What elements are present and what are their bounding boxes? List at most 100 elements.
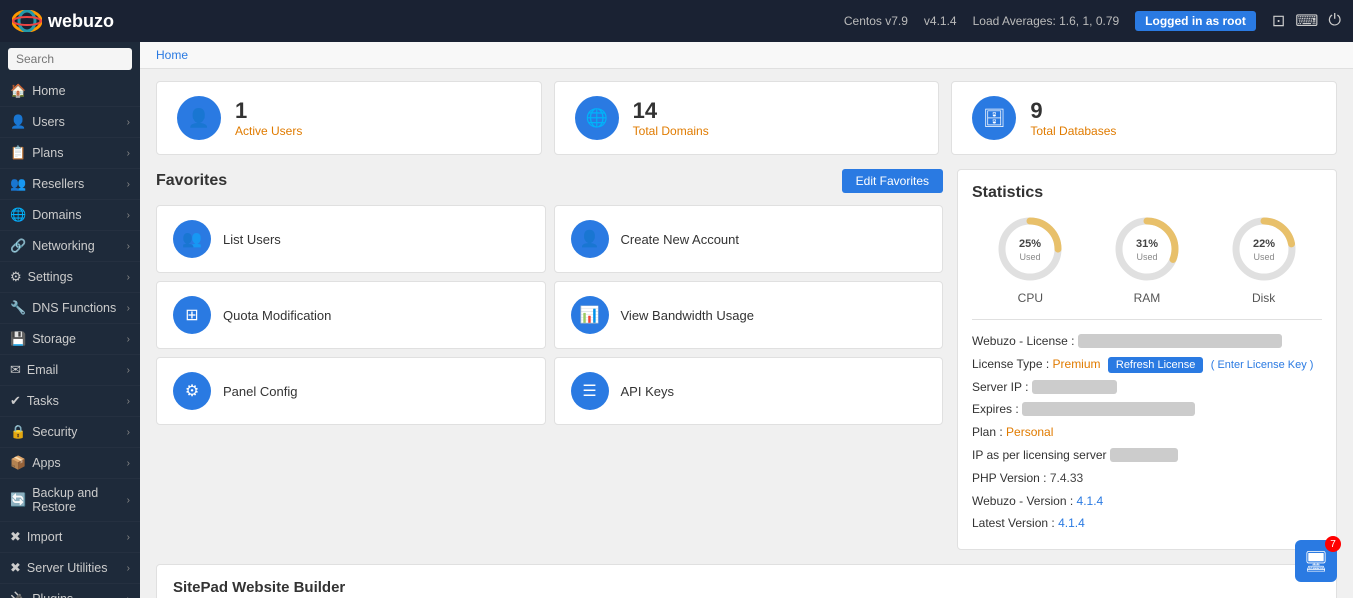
topnav: webuzo Centos v7.9 v4.1.4 Load Averages:… [0, 0, 1353, 42]
sidebar-item-apps[interactable]: 📦 Apps › [0, 448, 140, 479]
sidebar-icon: 🌐 [10, 207, 26, 223]
fav-item-view-bandwidth-usage[interactable]: 📊 View Bandwidth Usage [554, 281, 944, 349]
terminal-icon[interactable]: ⌨ [1295, 11, 1318, 31]
centos-info: Centos v7.9 [844, 14, 908, 28]
sidebar-label: Storage [32, 332, 76, 346]
sidebar-icon: 👤 [10, 114, 26, 130]
chevron-icon: › [127, 594, 130, 598]
sidebar-label: Users [32, 115, 65, 129]
sidebar-label: Import [27, 530, 62, 544]
stats-row: Latest Version : 4.1.4 [972, 512, 1322, 535]
chat-badge: 7 [1325, 536, 1341, 552]
stats-label: License Type : [972, 357, 1049, 371]
logo-text: webuzo [48, 11, 114, 32]
fav-item-panel-config[interactable]: ⚙ Panel Config [156, 357, 546, 425]
sidebar-item-import[interactable]: ✖ Import › [0, 522, 140, 553]
fav-label: List Users [223, 232, 281, 247]
breadcrumb-home[interactable]: Home [156, 48, 188, 62]
logo-icon [12, 10, 42, 32]
svg-text:31%: 31% [1136, 238, 1158, 250]
load-avg: Load Averages: 1.6, 1, 0.79 [973, 14, 1120, 28]
svg-text:Used: Used [1253, 252, 1274, 262]
favorites-header: Favorites Edit Favorites [156, 169, 943, 193]
fav-item-list-users[interactable]: 👥 List Users [156, 205, 546, 273]
monitor-icon[interactable]: ⊡ [1272, 11, 1285, 31]
sidebar-item-email[interactable]: ✉ Email › [0, 355, 140, 386]
normal-value: 7.4.33 [1050, 471, 1083, 485]
chat-button[interactable]: 🖥 7 [1295, 540, 1337, 582]
chevron-icon: › [127, 210, 130, 221]
sidebar-item-tasks[interactable]: ✔ Tasks › [0, 386, 140, 417]
gauge-label: RAM [1112, 291, 1182, 305]
sidebar-label: Server Utilities [27, 561, 108, 575]
stat-number: 1 [235, 98, 302, 124]
sidebar-item-networking[interactable]: 🔗 Networking › [0, 231, 140, 262]
stats-row: Webuzo - Version : 4.1.4 [972, 490, 1322, 513]
stat-icon: 🗄 [972, 96, 1016, 140]
sidebar-item-storage[interactable]: 💾 Storage › [0, 324, 140, 355]
sidebar-item-security[interactable]: 🔒 Security › [0, 417, 140, 448]
orange-value: Premium [1053, 357, 1101, 371]
gauge-svg: 22% Used [1229, 214, 1299, 284]
sidebar-label: Resellers [32, 177, 84, 191]
logout-icon[interactable]: ⏻ [1328, 12, 1341, 30]
sidebar-label: Plugins [32, 592, 73, 598]
chevron-icon: › [127, 148, 130, 159]
chevron-icon: › [127, 117, 130, 128]
sidebar-item-users[interactable]: 👤 Users › [0, 107, 140, 138]
chevron-icon: › [127, 532, 130, 543]
stats-row: Server IP : ██████████ [972, 376, 1322, 399]
fav-icon: 📊 [571, 296, 609, 334]
stats-label: Expires : [972, 402, 1019, 416]
refresh-license-button[interactable]: Refresh License [1108, 357, 1204, 373]
fav-item-quota-modification[interactable]: ⊞ Quota Modification [156, 281, 546, 349]
fav-item-api-keys[interactable]: ☰ API Keys [554, 357, 944, 425]
sidebar-label: Settings [28, 270, 73, 284]
stats-row: Expires : ████████ ████████████ [972, 398, 1322, 421]
stat-number: 14 [633, 98, 709, 124]
sidebar-item-resellers[interactable]: 👥 Resellers › [0, 169, 140, 200]
sidebar-label: Tasks [27, 394, 59, 408]
sidebar-item-settings[interactable]: ⚙ Settings › [0, 262, 140, 293]
svg-text:25%: 25% [1019, 238, 1041, 250]
stats-label: Latest Version : [972, 516, 1055, 530]
gauges-row: 25% Used CPU 31% Used RAM 22% Used Disk [972, 214, 1322, 305]
search-input[interactable] [8, 48, 132, 70]
enter-license-key-link[interactable]: ( Enter License Key ) [1211, 359, 1314, 371]
fav-icon: 👤 [571, 220, 609, 258]
chevron-icon: › [127, 427, 130, 438]
stats-label: IP as per licensing server [972, 448, 1107, 462]
chevron-icon: › [127, 365, 130, 376]
sidebar: 🏠 Home 👤 Users › 📋 Plans › 👥 Resellers ›… [0, 42, 140, 598]
fav-label: API Keys [621, 384, 674, 399]
stats-label: Server IP : [972, 380, 1028, 394]
version-info: v4.1.4 [924, 14, 957, 28]
fav-icon: ⊞ [173, 296, 211, 334]
sidebar-item-dns-functions[interactable]: 🔧 DNS Functions › [0, 293, 140, 324]
sidebar-icon: ✉ [10, 362, 21, 378]
chevron-icon: › [127, 179, 130, 190]
stat-label: Total Domains [633, 124, 709, 138]
stat-card-active-users: 👤 1 Active Users [156, 81, 542, 155]
statistics-title: Statistics [972, 184, 1322, 202]
chevron-icon: › [127, 563, 130, 574]
sidebar-item-plugins[interactable]: 🔌 Plugins › [0, 584, 140, 598]
sidebar-item-home[interactable]: 🏠 Home [0, 76, 140, 107]
sidebar-icon: 🔌 [10, 591, 26, 598]
sidebar-item-backup-and-restore[interactable]: 🔄 Backup and Restore › [0, 479, 140, 522]
blurred-value: ██████████ [1032, 380, 1117, 394]
stat-icon: 🌐 [575, 96, 619, 140]
edit-favorites-button[interactable]: Edit Favorites [842, 169, 943, 193]
sidebar-item-domains[interactable]: 🌐 Domains › [0, 200, 140, 231]
favorites-grid: 👥 List Users 👤 Create New Account ⊞ Quot… [156, 205, 943, 425]
sidebar-icon: 👥 [10, 176, 26, 192]
sidebar-item-server-utilities[interactable]: ✖ Server Utilities › [0, 553, 140, 584]
sidebar-item-plans[interactable]: 📋 Plans › [0, 138, 140, 169]
fav-item-create-new-account[interactable]: 👤 Create New Account [554, 205, 944, 273]
sidebar-icon: ✔ [10, 393, 21, 409]
stats-label: Webuzo - Version : [972, 494, 1073, 508]
middle-row: Favorites Edit Favorites 👥 List Users 👤 … [156, 169, 1337, 550]
sidebar-icon: ✖ [10, 529, 21, 545]
sidebar-icon: 📦 [10, 455, 26, 471]
sidebar-label: Apps [32, 456, 61, 470]
